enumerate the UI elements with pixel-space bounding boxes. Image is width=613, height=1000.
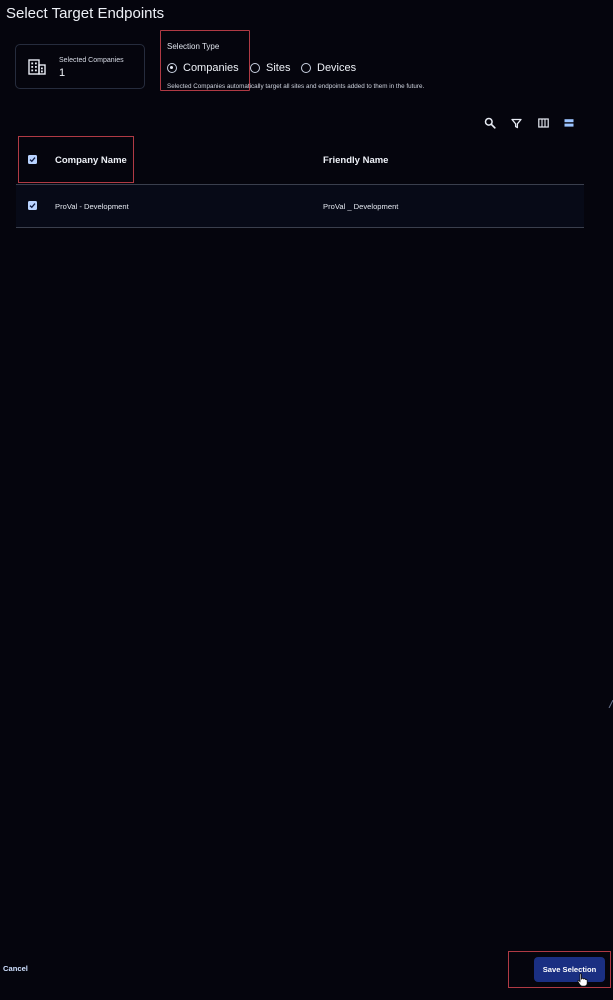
radio-unselected-icon — [301, 63, 311, 73]
building-icon — [28, 59, 46, 75]
cell-company-name: ProVal - Development — [55, 202, 129, 211]
row-divider — [16, 227, 584, 228]
radio-devices-label: Devices — [317, 62, 357, 74]
selection-type-hint: Selected Companies automatically target … — [167, 83, 425, 90]
check-icon — [29, 157, 36, 163]
row-checkbox[interactable] — [28, 201, 37, 210]
columns-icon[interactable] — [536, 116, 550, 130]
selection-type-label: Selection Type — [167, 42, 220, 51]
search-icon[interactable] — [483, 116, 497, 130]
dialog-title: Select Target Endpoints — [6, 5, 165, 22]
radio-selected-icon — [167, 63, 177, 73]
density-icon[interactable] — [562, 116, 576, 130]
radio-companies-label: Companies — [183, 62, 239, 74]
column-header-company-name[interactable]: Company Name — [55, 155, 127, 166]
hand-cursor-icon — [577, 973, 588, 987]
save-selection-button[interactable]: Save Selection — [534, 957, 605, 982]
selected-companies-card: Selected Companies 1 — [15, 44, 145, 89]
column-header-friendly-name[interactable]: Friendly Name — [323, 155, 388, 166]
radio-sites-label: Sites — [266, 62, 291, 74]
cell-friendly-name: ProVal _ Development — [323, 202, 399, 211]
selected-companies-count: 1 — [59, 67, 66, 79]
edge-indicator-icon — [608, 700, 613, 708]
filter-icon[interactable] — [509, 116, 523, 130]
select-target-endpoints-dialog: Select Target Endpoints Selected Compani… — [0, 0, 613, 1000]
radio-sites[interactable]: Sites — [250, 61, 290, 75]
cancel-button[interactable]: Cancel — [3, 964, 28, 973]
radio-devices[interactable]: Devices — [301, 61, 356, 75]
selected-companies-label: Selected Companies — [59, 57, 124, 64]
select-all-checkbox[interactable] — [28, 155, 37, 164]
radio-unselected-icon — [250, 63, 260, 73]
check-icon — [29, 203, 36, 209]
radio-companies[interactable]: Companies — [167, 61, 239, 75]
